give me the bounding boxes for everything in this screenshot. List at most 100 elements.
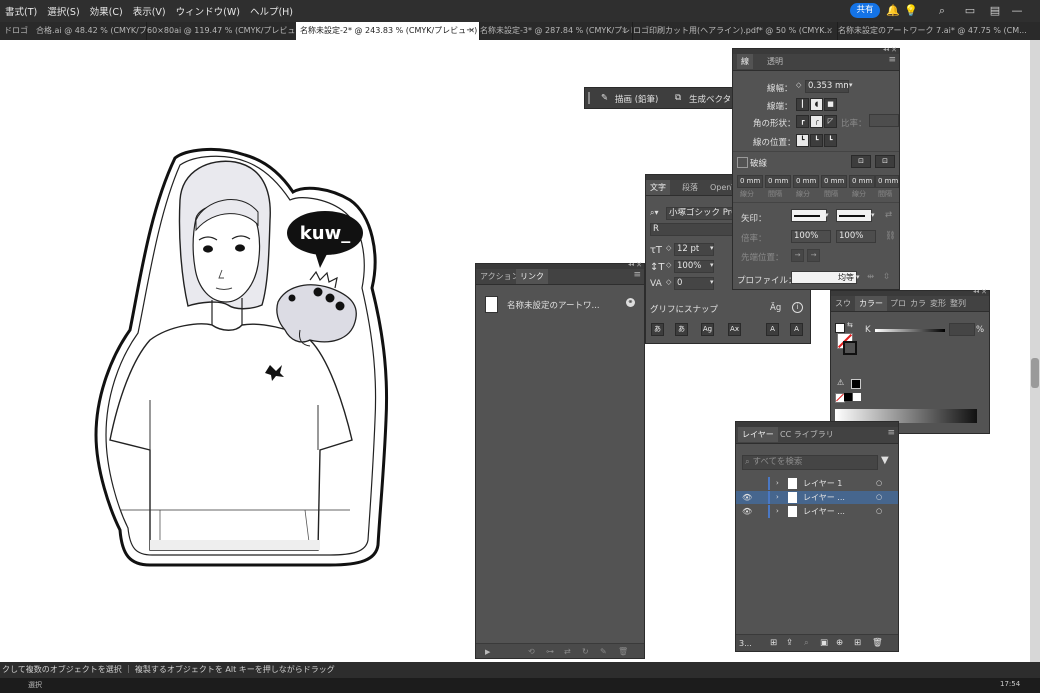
search-icon[interactable]: ⌕ [935,4,949,18]
gap-field-1[interactable]: 0 mm [765,175,791,188]
filter-icon[interactable]: ▼ [881,455,889,466]
doc-tab-4[interactable]: 名称未設定-3* @ 287.84 % (CMYK/プレビュ...✕ [476,22,633,40]
close-icon[interactable]: ✕ [891,46,897,54]
new-sublayer-icon[interactable]: ⊕ [836,638,843,648]
lightbulb-icon[interactable]: 💡 [904,4,918,18]
dash-field-3[interactable]: 0 mm [849,175,875,188]
butt-cap-icon[interactable]: ┃ [796,98,809,111]
sticker-artwork[interactable]: kuw_ [0,40,470,600]
flip-across-icon[interactable]: ⇹ [867,272,874,282]
font-style-field[interactable]: R [650,223,738,236]
swap-colors-icon[interactable]: ⇆ [847,321,853,329]
flip-along-icon[interactable]: ⇳ [883,272,890,282]
k-value-field[interactable] [949,323,975,336]
layer-search-input[interactable]: ⌕ すべてを検索 [742,455,878,470]
panel-menu-icon[interactable]: ≡ [888,55,896,65]
start-arrow-dropdown[interactable]: ▾ [825,211,829,219]
snap-xheight-icon[interactable]: あ [675,323,688,336]
panel-menu-icon[interactable]: ≡ [887,428,895,438]
snap-angular-icon[interactable]: A [766,323,779,336]
menu-window[interactable]: ウィンドウ(W) [171,4,245,18]
tracking-stepper[interactable]: ◇ [666,278,671,286]
expand-chevron-icon[interactable]: › [776,491,779,504]
scroll-thumb[interactable] [1031,358,1039,388]
tab-align[interactable]: 整列 [946,296,970,311]
align-outside-icon[interactable]: ┗ [824,134,837,147]
workspace-icon[interactable]: ▤ [988,4,1002,18]
close-tab-icon[interactable]: ✕ [468,22,475,40]
gap-field-2[interactable]: 0 mm [821,175,847,188]
menu-select[interactable]: 選択(S) [42,4,84,18]
new-layer-icon[interactable]: ⊞ [854,638,861,648]
window-layout-icon[interactable]: ▭ [963,4,977,18]
round-cap-icon[interactable]: ◖ [810,98,823,111]
layer-row-1[interactable]: › レイヤー 1 ○ [736,477,898,490]
weight-dropdown[interactable]: ▾ [849,81,853,89]
start-arrowhead-select[interactable] [791,209,827,222]
collapse-icon[interactable]: ◂◂ [628,261,634,268]
bell-icon[interactable]: 🔔 [886,4,900,18]
minimize-icon[interactable]: — [1010,4,1024,18]
menu-type[interactable]: 書式(T) [0,4,42,18]
close-icon[interactable]: ✕ [981,288,987,296]
update-link-icon[interactable]: ⇄ [564,647,571,656]
align-inside-icon[interactable]: ┗ [810,134,823,147]
tab-transparency[interactable]: 透明 [763,54,787,69]
stroke-swatch[interactable] [843,341,857,355]
expand-chevron-icon[interactable]: › [776,477,779,490]
eye-icon[interactable]: 👁 [742,491,752,504]
tab-stroke[interactable]: 線 [737,54,753,69]
dash-field-2[interactable]: 0 mm [793,175,819,188]
expand-chevron-icon[interactable]: › [776,505,779,518]
hscale-dropdown[interactable]: ▾ [710,261,714,269]
profile-select[interactable]: 均等 [791,271,857,284]
glyph-icon[interactable]: Äg [770,303,781,313]
share-button[interactable]: 共有 [850,3,880,18]
link-scale-icon[interactable]: ⛓ [885,231,896,241]
layer-row-2[interactable]: 👁 › レイヤー ... ○ [736,491,898,504]
play-icon[interactable]: ▶ [485,648,490,656]
layer-target-icon[interactable]: ○ [876,491,882,504]
tab-swatches[interactable]: スウ [831,296,855,311]
close-tab-icon[interactable]: ✕ [826,22,833,40]
drag-handle[interactable] [588,92,590,104]
round-join-icon[interactable]: ╭ [810,115,823,128]
square-cap-icon[interactable]: ■ [824,98,837,111]
white-swatch[interactable] [853,393,861,401]
black-swatch[interactable] [844,393,852,401]
collapse-icon[interactable]: ◂◂ [973,288,979,295]
tracking-field[interactable]: 0 [674,277,714,290]
go-to-link-icon[interactable]: ⊶ [546,647,554,656]
default-colors-icon[interactable] [835,323,845,333]
dash-preserve-icon[interactable]: ⊡ [851,155,871,168]
menu-view[interactable]: 表示(V) [128,4,171,18]
doc-tab-2[interactable]: 60×80ai @ 119.47 % (CMYK/プレビュ... [143,22,300,40]
font-search-icon[interactable]: ⌕▾ [650,208,659,218]
snap-glyph-bounds-icon[interactable]: Ag [701,323,714,336]
layer-name[interactable]: レイヤー ... [803,505,845,518]
layer-name[interactable]: レイヤー ... [803,491,845,504]
menu-effect[interactable]: 効果(C) [85,4,128,18]
dashed-line-checkbox[interactable] [737,157,748,168]
tab-layers[interactable]: レイヤー [738,427,778,442]
tip-place-icon[interactable]: → [807,249,820,262]
font-family-field[interactable]: 小塚ゴシック Pr6N [666,207,738,220]
tab-character[interactable]: 文字 [646,180,670,195]
align-center-icon[interactable]: ┗ [796,134,809,147]
delete-layer-icon[interactable]: 🗑 [872,638,883,648]
doc-tab-6[interactable]: 名称未設定のアートワーク 7.ai* @ 47.75 % (CM... [834,22,1040,40]
vertical-scrollbar[interactable] [1030,40,1040,662]
size-stepper[interactable]: ◇ [666,244,671,252]
tab-paragraph[interactable]: 段落 [678,180,702,195]
end-arrow-dropdown[interactable]: ▾ [871,211,875,219]
profile-dropdown[interactable]: ▾ [856,273,860,281]
close-icon[interactable]: ✕ [636,261,642,269]
close-tab-icon[interactable]: ✕ [621,22,628,40]
tab-links[interactable]: リンク [516,269,548,284]
start-scale-field[interactable]: 100% [791,230,831,243]
tab-cc-libraries[interactable]: CC ライブラリ [776,427,838,442]
panel-menu-icon[interactable]: ≡ [633,270,641,280]
snap-anchor-icon[interactable]: A [790,323,803,336]
layer-target-icon[interactable]: ○ [876,505,882,518]
gap-field-3[interactable]: 0 mm [875,175,899,188]
